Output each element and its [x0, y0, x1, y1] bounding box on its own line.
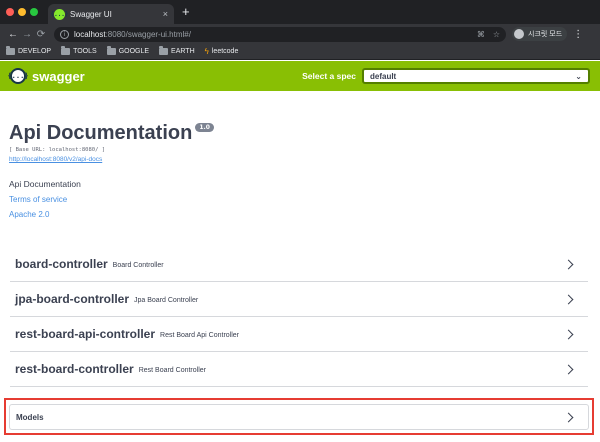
bookmark-earth[interactable]: EARTH: [159, 46, 195, 55]
chevron-right-icon: [563, 364, 574, 374]
bolt-icon: ϟ: [204, 47, 209, 56]
address-bar: ← → ⟳ i localhost:8080/swagger-ui.html#/…: [0, 24, 600, 44]
new-tab-button[interactable]: +: [182, 4, 190, 20]
folder-icon: [61, 46, 71, 55]
forward-icon[interactable]: →: [20, 29, 34, 40]
profile-label: 시크릿 모드: [528, 31, 563, 38]
folder-icon: [106, 46, 116, 55]
base-url: [ Base URL: localhost:8080/ ]: [9, 147, 106, 153]
controller-name: jpa-board-controller: [15, 292, 130, 306]
controller-rest-board-api[interactable]: rest-board-api-controller Rest Board Api…: [10, 317, 588, 352]
chevron-right-icon: [563, 412, 574, 422]
bookmarks-bar: DEVELOP TOOLS GOOGLE EARTH ϟ leetcode: [0, 44, 600, 60]
chevron-right-icon: [563, 294, 574, 304]
swagger-logo-text[interactable]: swagger: [32, 69, 85, 84]
info-icon[interactable]: i: [60, 29, 69, 39]
close-window-button[interactable]: [6, 8, 14, 16]
url-host: localhost: [74, 29, 106, 39]
version-badge: 1.0: [195, 123, 214, 132]
bookmark-label: DEVELOP: [18, 48, 52, 55]
controller-board[interactable]: board-controller Board Controller: [10, 247, 588, 282]
tab-title: Swagger UI: [70, 9, 112, 19]
swagger-topbar: {...} swagger Select a spec default ⌄: [0, 61, 600, 91]
folder-icon: [159, 46, 169, 55]
controller-name: rest-board-api-controller: [15, 327, 156, 341]
spec-select[interactable]: default ⌄: [362, 68, 590, 84]
chevron-right-icon: [563, 329, 574, 339]
url-path: :8080/swagger-ui.html#/: [105, 29, 191, 39]
api-docs-link[interactable]: http://localhost:8080/v2/api-docs: [9, 156, 102, 163]
controller-description: Jpa Board Controller: [134, 296, 199, 304]
back-icon[interactable]: ←: [6, 29, 20, 40]
api-description: Api Documentation: [9, 179, 81, 189]
license-link[interactable]: Apache 2.0: [9, 210, 49, 219]
spec-select-value: default: [370, 71, 397, 81]
api-title-row: Api Documentation 1.0: [9, 120, 214, 146]
controller-description: Board Controller: [112, 261, 164, 269]
bookmark-label: EARTH: [171, 48, 195, 55]
url-input[interactable]: i localhost:8080/swagger-ui.html#/ ⌘ ☆: [54, 26, 506, 42]
minimize-window-button[interactable]: [18, 8, 26, 16]
more-menu-icon[interactable]: ⋮: [573, 29, 583, 40]
bookmark-label: GOOGLE: [118, 48, 150, 55]
bookmark-google[interactable]: GOOGLE: [106, 46, 150, 55]
chevron-down-icon: ⌄: [575, 71, 582, 81]
controller-rest-board[interactable]: rest-board-controller Rest Board Control…: [10, 352, 588, 387]
swagger-logo-icon[interactable]: {...}: [7, 68, 29, 84]
tab-close-icon[interactable]: ×: [163, 9, 168, 19]
controller-list: board-controller Board Controller jpa-bo…: [10, 247, 588, 387]
reload-icon[interactable]: ⟳: [34, 29, 48, 40]
bookmark-tools[interactable]: TOOLS: [61, 46, 97, 55]
incognito-icon: [514, 29, 524, 39]
models-label: Models: [16, 412, 44, 422]
terms-of-service-link[interactable]: Terms of service: [9, 195, 67, 204]
folder-icon: [6, 46, 15, 55]
chevron-right-icon: [563, 259, 574, 269]
spec-label: Select a spec: [302, 71, 356, 81]
controller-description: Rest Board Api Controller: [160, 331, 239, 339]
controller-jpa-board[interactable]: jpa-board-controller Jpa Board Controlle…: [10, 282, 588, 317]
swagger-favicon-icon: {...}: [50, 8, 69, 20]
maximize-window-button[interactable]: [30, 8, 38, 16]
browser-titlebar: {...} Swagger UI × +: [0, 0, 600, 24]
star-icon[interactable]: ☆: [493, 30, 500, 39]
controller-name: rest-board-controller: [15, 362, 134, 376]
controller-name: board-controller: [15, 257, 108, 271]
browser-tab[interactable]: {...} Swagger UI ×: [48, 4, 174, 24]
incognito-profile-button[interactable]: 시크릿 모드: [512, 27, 568, 41]
bookmark-label: TOOLS: [73, 48, 97, 55]
page-title: Api Documentation: [9, 122, 193, 144]
bookmark-leetcode[interactable]: ϟ leetcode: [205, 47, 239, 56]
bookmark-develop[interactable]: DEVELOP: [6, 46, 52, 55]
models-section[interactable]: Models: [9, 404, 589, 430]
bookmark-label: leetcode: [211, 48, 239, 55]
translate-icon[interactable]: ⌘: [477, 30, 485, 39]
controller-description: Rest Board Controller: [138, 366, 206, 374]
